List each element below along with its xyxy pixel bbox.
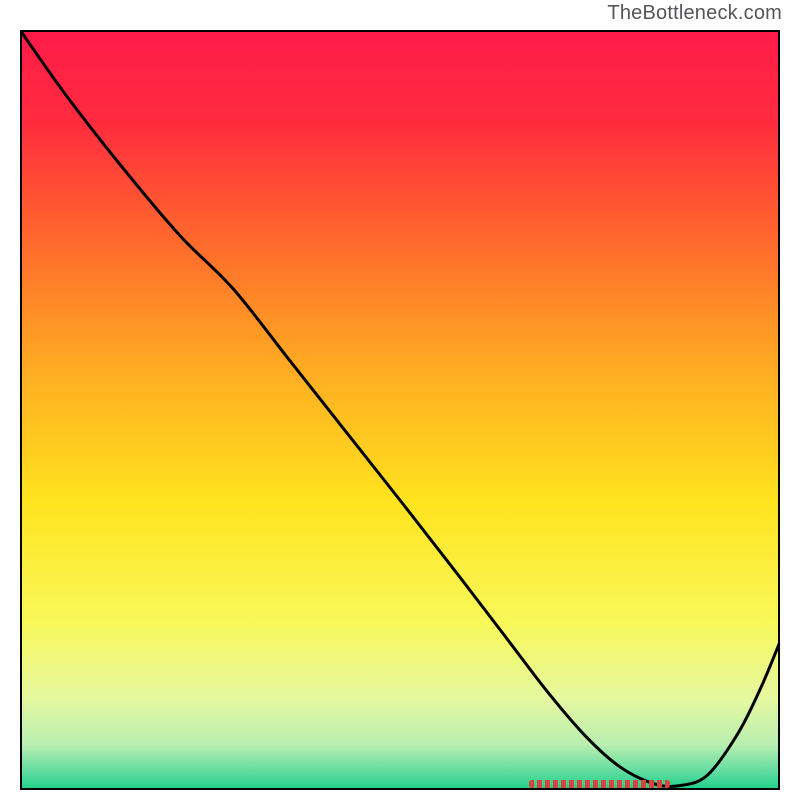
attribution-text: TheBottleneck.com — [607, 2, 782, 25]
optimal-range-marker — [529, 780, 670, 788]
bottleneck-curve — [20, 30, 780, 790]
chart-plot-area — [20, 30, 780, 790]
